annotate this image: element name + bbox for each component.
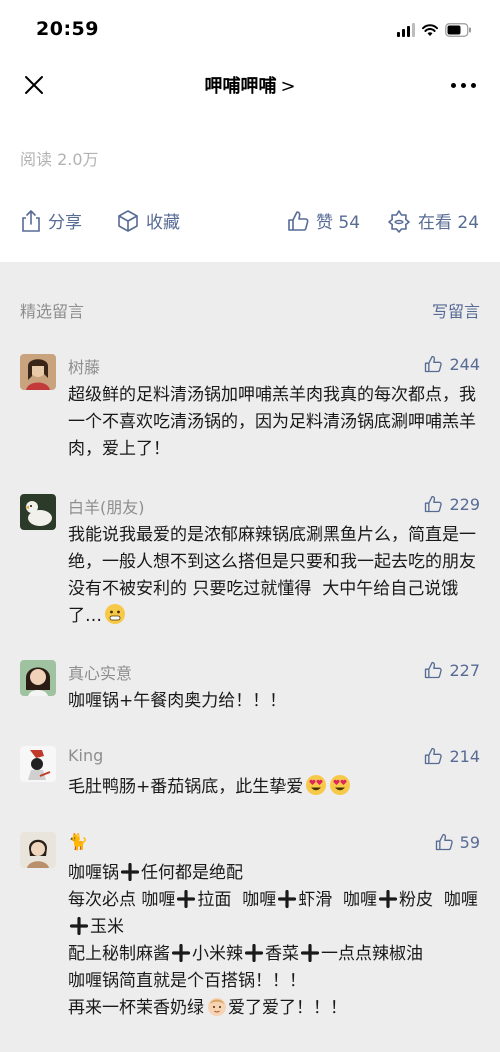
thumbs-up-icon [435, 833, 453, 851]
share-icon [22, 209, 40, 232]
watching-button[interactable]: 在看 24 [386, 208, 479, 233]
plus-icon [177, 890, 196, 908]
more-dot [461, 83, 466, 88]
thumbs-up-icon [425, 661, 443, 679]
write-comment-link[interactable]: 写留言 [432, 298, 480, 322]
like-count: 229 [449, 494, 480, 514]
more-dot [451, 83, 456, 88]
avatar[interactable] [20, 660, 56, 696]
commenter-name: 树藤 [68, 358, 101, 377]
commenter-name: 🐈 [68, 832, 88, 851]
plus-icon [172, 944, 190, 962]
comment-text-part: 再来一杯茉香奶绿 [68, 998, 204, 1018]
battery-icon [445, 23, 472, 37]
watching-icon [388, 209, 410, 233]
heart-eyes-emoji-icon [330, 775, 351, 795]
comment-like-button[interactable]: 214 [423, 746, 480, 766]
comment-text-part: 咖喱锅简直就是个百搭锅！！！ [68, 971, 306, 991]
avatar[interactable] [20, 494, 56, 530]
like-count: 244 [449, 354, 480, 374]
comment-like-button[interactable]: 59 [434, 832, 480, 852]
comment-text-body: 我能说我最爱的是浓郁麻辣锅底涮黑鱼片么，简直是一绝，一般人想不到这么搭但是只要和… [68, 525, 476, 626]
account-title-link[interactable]: 呷哺呷哺 > [0, 72, 500, 98]
avatar[interactable] [20, 746, 56, 782]
comments-title: 精选留言 [20, 302, 85, 321]
cube-icon [118, 209, 138, 232]
baby-face-emoji-icon [208, 998, 226, 1016]
comment-text-part: 每次必点 咖喱 [68, 890, 176, 910]
comment-like-button[interactable]: 227 [423, 660, 480, 680]
status-time: 20:59 [36, 18, 99, 40]
favorite-label: 收藏 [146, 213, 180, 233]
comment-text-part: 爱了爱了！！！ [228, 998, 347, 1018]
like-count: 59 [459, 832, 480, 852]
chevron-right-icon: > [280, 76, 296, 97]
comment-text-part: 拉面 咖喱 [197, 890, 277, 910]
status-icons [397, 22, 472, 38]
like-count: 227 [449, 660, 480, 680]
comment-text-part: 玉米 [90, 917, 124, 937]
comment-like-button[interactable]: 244 [423, 354, 480, 374]
more-dot [471, 83, 476, 88]
plus-icon [245, 944, 263, 962]
commenter-name: 白羊(朋友) [68, 498, 145, 517]
commenter-name: 真心实意 [68, 664, 133, 683]
comment-text-part: 配上秘制麻酱 [68, 944, 170, 964]
like-article-button[interactable]: 赞 54 [286, 208, 360, 233]
plus-icon [379, 890, 398, 908]
thumbs-up-icon [425, 747, 443, 765]
comment-text-part: 咖喱锅 [68, 863, 119, 883]
comment-text: 超级鲜的足料清汤锅加呷哺羔羊肉我真的每次都点，我一个不喜欢吃清汤锅的，因为足料清… [68, 385, 476, 459]
avatar[interactable] [20, 354, 56, 390]
plus-icon [278, 890, 297, 908]
comment-text-body: 毛肚鸭肠+番茄锅底，此生挚爱 [68, 777, 304, 797]
comment-text-part: 一点点辣椒油 [321, 944, 423, 964]
comment-text: 咖喱锅+午餐肉奥力给！！！ [68, 691, 287, 711]
account-name: 呷哺呷哺 [204, 76, 277, 97]
comment-text-part: 小米辣 [192, 944, 243, 964]
avatar[interactable] [20, 832, 56, 868]
comment-text-part: 粉皮 咖喱 [399, 890, 478, 910]
comment-text: 毛肚鸭肠+番茄锅底，此生挚爱 [68, 774, 480, 801]
comment-text-part: 香菜 [265, 944, 299, 964]
comment-text-part: 任何都是绝配 [141, 863, 243, 883]
wifi-icon [421, 23, 439, 37]
action-bar: 分享 收藏 赞 54 在看 24 [0, 204, 500, 240]
comment-text: 咖喱锅 任何都是绝配每次必点 咖喱 拉面 咖喱 虾滑 咖喱 粉皮 咖喱玉米配上秘制麻酱 小… [68, 860, 480, 1022]
worried-face-emoji-icon [105, 604, 125, 624]
plus-icon [121, 863, 139, 881]
heart-eyes-emoji-icon [306, 775, 327, 795]
plus-icon [70, 917, 88, 935]
thumbs-up-icon [425, 495, 443, 513]
watching-label: 在看 24 [418, 213, 480, 233]
thumbs-up-icon [288, 210, 309, 231]
share-button[interactable]: 分享 [20, 208, 82, 233]
favorite-button[interactable]: 收藏 [116, 208, 180, 233]
like-count: 214 [449, 746, 480, 766]
more-options-button[interactable] [451, 83, 476, 88]
commenter-name: King [68, 746, 104, 765]
read-count: 阅读 2.0万 [20, 150, 99, 169]
like-article-label: 赞 54 [316, 213, 361, 233]
article-footer: 20:59 呷哺呷哺 > 阅读 2.0万 分享 收藏 赞 54 在看 24 [0, 0, 500, 262]
nav-bar: 呷哺呷哺 > [0, 60, 500, 110]
thumbs-up-icon [425, 355, 443, 373]
comment-like-button[interactable]: 229 [423, 494, 480, 514]
comment-text: 我能说我最爱的是浓郁麻辣锅底涮黑鱼片么，简直是一绝，一般人想不到这么搭但是只要和… [68, 522, 480, 630]
signal-icon [397, 23, 415, 37]
share-label: 分享 [48, 213, 82, 233]
status-bar: 20:59 [0, 0, 500, 60]
plus-icon [301, 944, 319, 962]
comments-header: 精选留言 写留言 [20, 298, 480, 322]
comment-text-part: 虾滑 咖喱 [298, 890, 378, 910]
